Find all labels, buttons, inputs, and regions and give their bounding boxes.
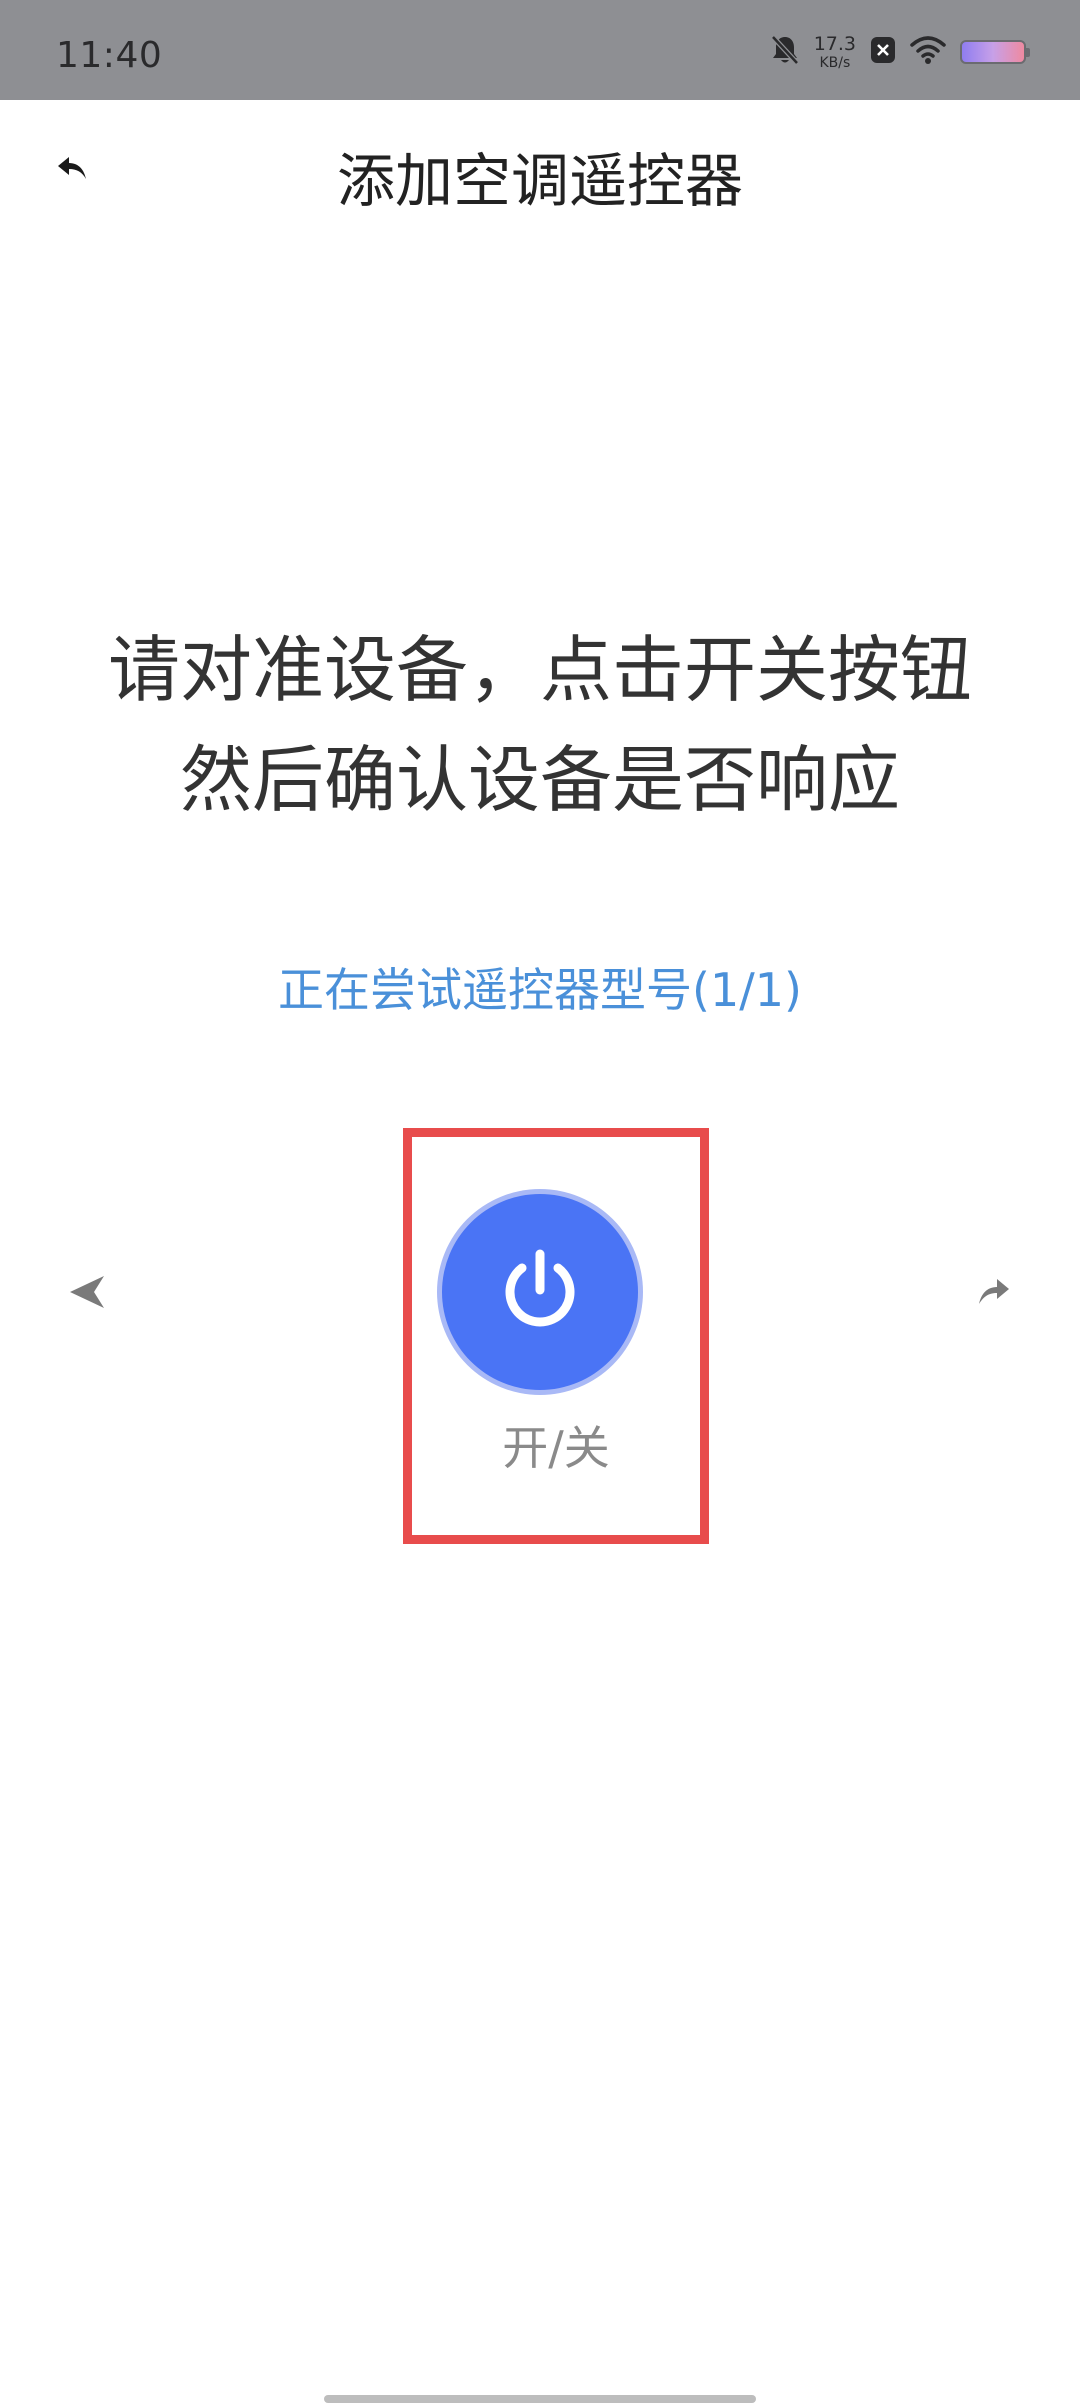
- battery-icon: [960, 40, 1030, 64]
- status-icons: 17.3 KB/s: [770, 30, 1030, 74]
- next-model-button[interactable]: [968, 1268, 1020, 1320]
- prev-arrow-icon: [68, 1274, 108, 1314]
- mute-bell-icon: [770, 34, 800, 70]
- net-speed-value: 17.3: [813, 32, 856, 55]
- home-indicator[interactable]: [324, 2395, 756, 2403]
- power-label: 开/关: [502, 1421, 610, 1475]
- instruction-text: 请对准设备，点击开关按钮 然后确认设备是否响应: [0, 615, 1080, 835]
- prev-model-button[interactable]: [62, 1268, 114, 1320]
- status-bar: 11:40 17.3 KB/s: [0, 0, 1080, 100]
- power-icon: [492, 1242, 588, 1342]
- instruction-line-1: 请对准设备，点击开关按钮: [107, 628, 972, 712]
- wifi-icon: [910, 35, 946, 69]
- power-button[interactable]: [442, 1194, 638, 1390]
- model-status: 正在尝试遥控器型号(1/1): [278, 963, 802, 1017]
- net-speed: 17.3 KB/s: [813, 32, 856, 71]
- close-badge-icon: [870, 36, 896, 68]
- status-time: 11:40: [56, 35, 163, 76]
- header: 添加空调遥控器: [0, 100, 1080, 260]
- page-title: 添加空调遥控器: [336, 147, 743, 215]
- next-arrow-icon: [976, 1276, 1012, 1312]
- net-speed-unit: KB/s: [819, 54, 851, 71]
- instruction-line-2: 然后确认设备是否响应: [179, 738, 900, 822]
